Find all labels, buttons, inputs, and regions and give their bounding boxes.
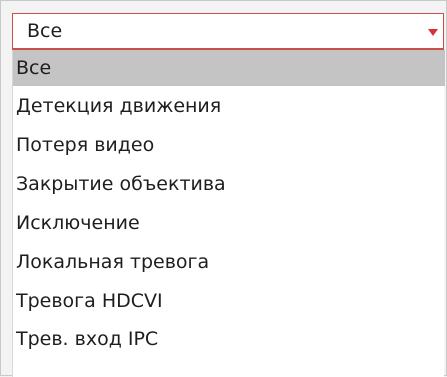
option-exception[interactable]: Исключение <box>13 205 445 241</box>
triangle-down-icon[interactable] <box>428 29 438 36</box>
option-video-loss[interactable]: Потеря видео <box>13 127 445 163</box>
option-tampering[interactable]: Закрытие объектива <box>13 166 445 202</box>
option-ipc-alarm-input[interactable]: Трев. вход IPC <box>13 321 445 357</box>
option-all[interactable]: Все <box>13 50 445 86</box>
select-current-value: Все <box>27 20 63 42</box>
dropdown-panel: Все Все Детекция движения Потеря видео З… <box>0 0 447 377</box>
event-type-select[interactable]: Все <box>12 13 444 50</box>
option-motion-detection[interactable]: Детекция движения <box>13 88 445 124</box>
option-hdcvi-alarm[interactable]: Тревога HDCVI <box>13 283 445 319</box>
option-local-alarm[interactable]: Локальная тревога <box>13 244 445 280</box>
dropdown-options-list: Все Детекция движения Потеря видео Закры… <box>12 50 445 377</box>
